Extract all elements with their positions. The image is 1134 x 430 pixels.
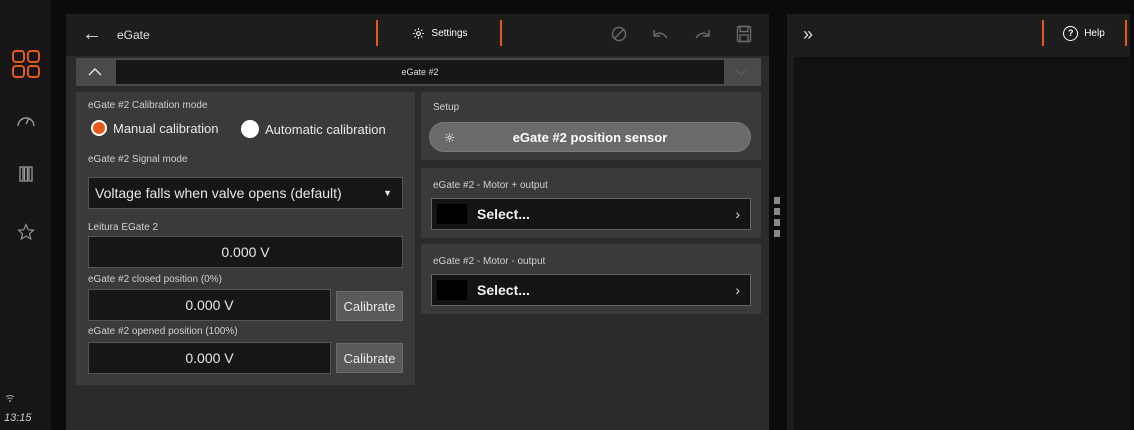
closed-position-value: 0.000 V — [88, 289, 331, 321]
left-sidebar: 13:15 — [0, 0, 52, 430]
reading-value: 0.000 V — [88, 236, 403, 268]
back-arrow-icon[interactable]: ← — [82, 24, 102, 44]
calibrate-opened-button[interactable]: Calibrate — [336, 343, 403, 373]
motor-plus-label: eGate #2 - Motor + output — [433, 180, 548, 191]
radio-unselected-icon — [241, 120, 259, 138]
setup-card: Setup eGate #2 position sensor — [421, 92, 761, 160]
clock: 13:15 — [4, 412, 32, 424]
calibrate-closed-button[interactable]: Calibrate — [336, 291, 403, 321]
gear-icon — [444, 132, 455, 142]
signal-mode-select[interactable]: Voltage falls when valve opens (default)… — [88, 177, 403, 209]
settings-tab[interactable]: Settings — [380, 20, 500, 46]
chevron-right-icon: › — [735, 206, 740, 222]
chevron-down-icon[interactable] — [726, 62, 756, 82]
automatic-calibration-label: Automatic calibration — [265, 121, 386, 137]
expand-double-chevron-icon[interactable]: » — [803, 24, 813, 45]
redo-icon[interactable] — [694, 26, 712, 47]
motor-plus-card: eGate #2 - Motor + output Select... › — [421, 168, 761, 238]
color-swatch — [437, 204, 467, 224]
chevron-right-icon: › — [735, 282, 740, 298]
save-icon[interactable] — [736, 25, 752, 48]
help-label: Help — [1084, 27, 1105, 39]
setup-title: Setup — [433, 102, 460, 113]
position-sensor-button[interactable]: eGate #2 position sensor — [429, 122, 751, 152]
collapse-chevron-icon[interactable] — [80, 60, 110, 84]
signal-mode-label: eGate #2 Signal mode — [88, 154, 188, 165]
reading-label: Leitura EGate 2 — [88, 222, 159, 233]
motor-minus-select[interactable]: Select... › — [431, 274, 751, 306]
panel-resize-handle[interactable] — [774, 197, 780, 249]
radio-selected-icon — [91, 120, 107, 136]
motor-minus-label: eGate #2 - Motor - output — [433, 256, 546, 267]
motor-minus-card: eGate #2 - Motor - output Select... › — [421, 244, 761, 314]
manual-calibration-label: Manual calibration — [113, 120, 219, 136]
color-swatch — [437, 280, 467, 300]
help-icon: ? — [1063, 25, 1079, 41]
undo-icon[interactable] — [651, 26, 669, 47]
gauge-icon[interactable] — [0, 108, 52, 132]
settings-label: Settings — [431, 27, 468, 39]
wifi-icon — [0, 390, 20, 406]
position-sensor-label: eGate #2 position sensor — [512, 129, 668, 145]
top-bar: ← eGate Settings — [66, 14, 769, 56]
right-panel-topbar: » ? Help — [787, 14, 1130, 56]
help-button[interactable]: ? Help — [1049, 20, 1119, 46]
page-title: eGate — [117, 28, 150, 42]
right-panel-body — [794, 57, 1130, 430]
dropdown-caret-icon: ▼ — [383, 188, 392, 198]
apps-grid-icon[interactable] — [0, 44, 52, 84]
gear-icon — [413, 27, 425, 39]
star-icon[interactable] — [0, 220, 52, 244]
motor-minus-value: Select... — [477, 282, 530, 298]
opened-position-label: eGate #2 opened position (100%) — [88, 326, 238, 337]
manual-calibration-radio[interactable]: Manual calibration — [91, 120, 219, 136]
calibration-mode-label: eGate #2 Calibration mode — [88, 100, 208, 111]
calibration-card: eGate #2 Calibration mode Manual calibra… — [76, 92, 415, 385]
columns-icon[interactable] — [0, 162, 52, 186]
opened-position-value: 0.000 V — [88, 342, 331, 374]
closed-position-label: eGate #2 closed position (0%) — [88, 274, 222, 285]
disable-icon[interactable] — [611, 26, 627, 47]
motor-plus-select[interactable]: Select... › — [431, 198, 751, 230]
signal-mode-value: Voltage falls when valve opens (default) — [95, 185, 342, 201]
section-title[interactable]: eGate #2 — [116, 60, 724, 84]
motor-plus-value: Select... — [477, 206, 530, 222]
automatic-calibration-radio[interactable]: Automatic calibration — [241, 120, 386, 138]
